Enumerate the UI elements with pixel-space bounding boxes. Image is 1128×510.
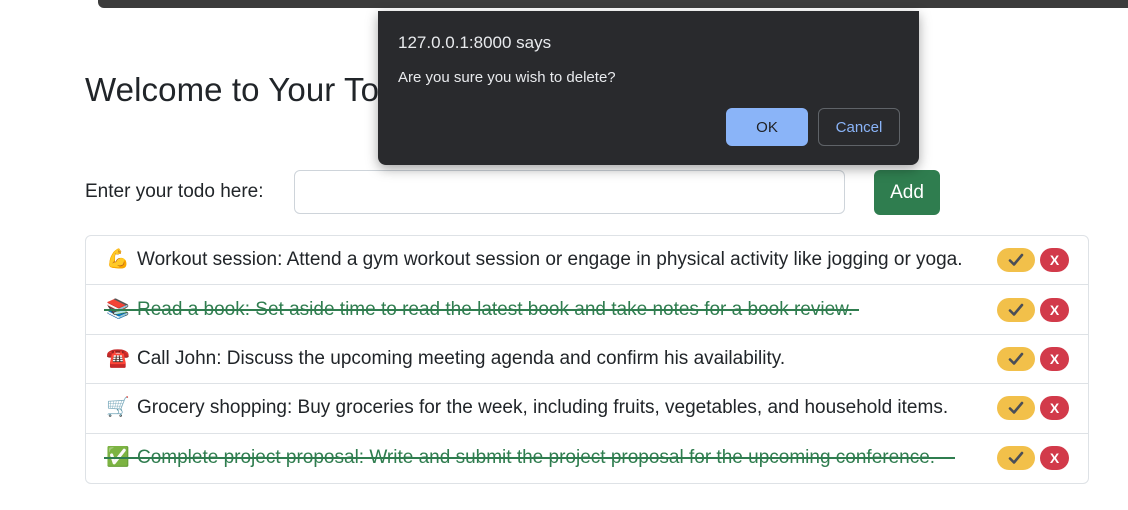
browser-toolbar	[98, 0, 1128, 8]
delete-todo-button[interactable]: X	[1040, 248, 1069, 273]
delete-todo-button[interactable]: X	[1040, 346, 1069, 371]
complete-todo-button[interactable]	[997, 446, 1035, 471]
alert-dialog: 127.0.0.1:8000 says Are you sure you wis…	[378, 11, 919, 165]
todo-item: 🛒 Grocery shopping: Buy groceries for the…	[86, 384, 1088, 434]
delete-todo-button[interactable]: X	[1040, 297, 1069, 322]
telephone-icon: ☎️	[106, 347, 130, 369]
todo-input[interactable]	[294, 170, 845, 214]
todo-text: Call John: Discuss the upcoming meeting …	[137, 347, 786, 369]
check-icon	[1008, 253, 1024, 266]
dialog-message: Are you sure you wish to delete?	[398, 69, 616, 86]
todo-text: Workout session: Attend a gym workout se…	[137, 249, 963, 271]
check-icon	[1008, 352, 1024, 365]
add-todo-button[interactable]: Add	[874, 170, 940, 215]
todo-item: ✅ Complete project proposal: Write and su…	[86, 434, 1088, 483]
complete-todo-button[interactable]	[997, 248, 1035, 273]
todo-text: Grocery shopping: Buy groceries for the …	[137, 397, 949, 419]
complete-todo-button[interactable]	[997, 396, 1035, 421]
complete-todo-button[interactable]	[997, 346, 1035, 371]
flexed-biceps-icon: 💪	[106, 249, 130, 271]
delete-todo-button[interactable]: X	[1040, 446, 1069, 471]
strikethrough-line	[104, 308, 859, 311]
todo-input-label: Enter your todo here:	[85, 181, 264, 202]
shopping-cart-icon: 🛒	[106, 397, 130, 419]
delete-todo-button[interactable]: X	[1040, 396, 1069, 421]
dialog-ok-button[interactable]: OK	[726, 108, 808, 146]
todo-item: 📚 Read a book: Set aside time to read the…	[86, 285, 1088, 335]
dialog-cancel-button[interactable]: Cancel	[818, 108, 900, 146]
todo-item: ☎️ Call John: Discuss the upcoming meetin…	[86, 335, 1088, 385]
todo-list: 💪 Workout session: Attend a gym workout s…	[85, 235, 1089, 484]
check-icon	[1008, 402, 1024, 415]
dialog-origin: 127.0.0.1:8000 says	[398, 33, 552, 52]
check-icon	[1008, 303, 1024, 316]
todo-item: 💪 Workout session: Attend a gym workout s…	[86, 236, 1088, 286]
strikethrough-line	[104, 457, 955, 460]
complete-todo-button[interactable]	[997, 297, 1035, 322]
check-icon	[1008, 451, 1024, 465]
